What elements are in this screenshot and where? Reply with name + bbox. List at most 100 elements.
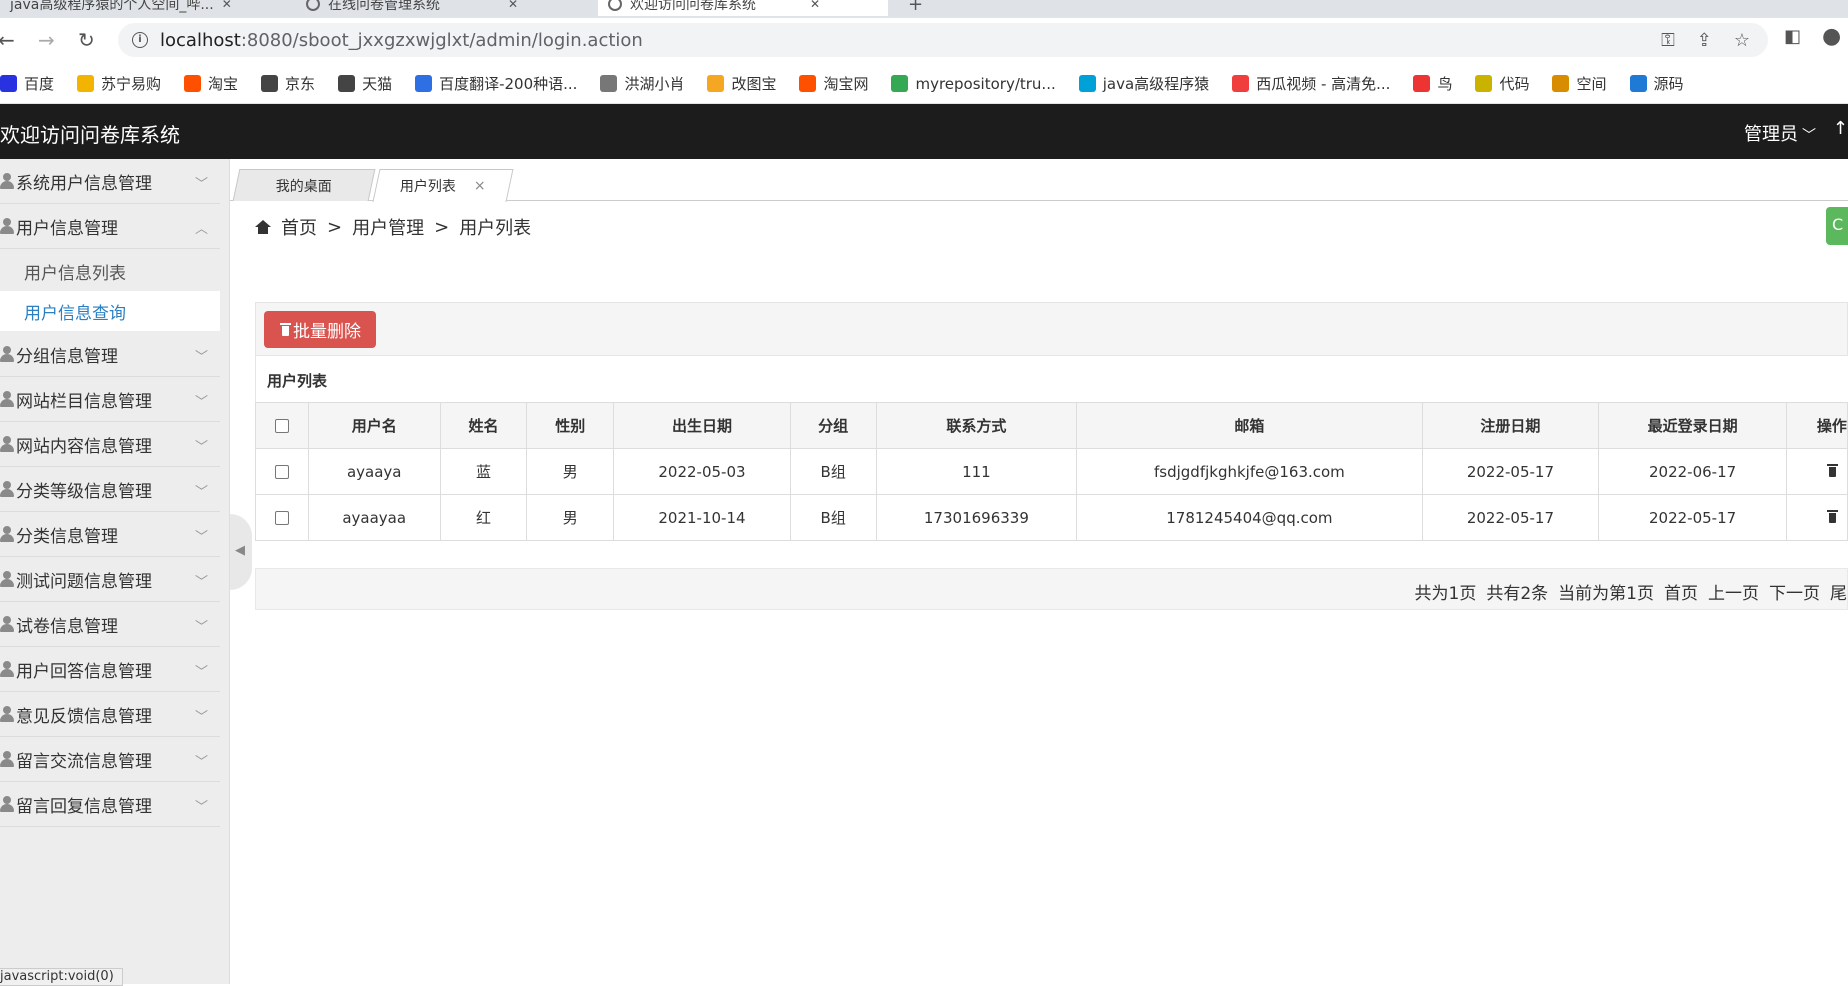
browser-tab-0[interactable]: java高级程序猿的个人空间_哔... ✕ <box>0 0 242 16</box>
bookmark-item[interactable]: 淘宝网 <box>799 73 868 94</box>
bookmark-item[interactable]: myrepository/tru... <box>891 74 1056 93</box>
bookmark-item[interactable]: 代码 <box>1475 73 1529 94</box>
sidebar-item[interactable]: 试卷信息管理 ﹀ <box>0 602 220 647</box>
breadcrumb-user-list: 用户列表 <box>459 218 532 239</box>
sidebar-subitem[interactable]: 用户信息查询 <box>0 291 220 331</box>
select-all-cell <box>255 402 309 449</box>
sidebar-item[interactable]: 测试问题信息管理 ﹀ <box>0 557 220 602</box>
bookmark-item[interactable]: 淘宝 <box>184 73 238 94</box>
sidebar-item[interactable]: 分组信息管理 ﹀ <box>0 332 220 377</box>
table-row: ayaaya 蓝 男 2022-05-03 B组 111 fsdjgdfjkgh… <box>255 448 1848 495</box>
col-birth[interactable]: 出生日期 <box>613 402 791 449</box>
sidebar-item[interactable]: 意见反馈信息管理 ﹀ <box>0 692 220 737</box>
chevron-left-icon: ◀ <box>235 543 245 558</box>
table-title: 用户列表 <box>255 356 1848 402</box>
bookmark-item[interactable]: 空间 <box>1552 73 1607 94</box>
delete-row-icon[interactable] <box>1826 509 1838 523</box>
bookmark-item[interactable]: 苏宁易购 <box>77 73 161 94</box>
select-all-checkbox[interactable] <box>274 419 289 433</box>
pager-last-link[interactable]: 尾 <box>1830 579 1847 604</box>
key-icon[interactable]: ⚿ <box>1661 30 1675 51</box>
browser-tab-1[interactable]: 在线问卷管理系统 ✕ <box>296 0 528 16</box>
chevron-down-icon: ﹀ <box>194 177 208 192</box>
col-last-login[interactable]: 最近登录日期 <box>1598 402 1787 449</box>
star-icon[interactable]: ☆ <box>1734 30 1750 51</box>
toolbar-panel: 批量删除 <box>255 302 1848 356</box>
bookmark-label: 天猫 <box>362 75 393 93</box>
col-gender[interactable]: 性别 <box>526 402 615 449</box>
close-icon[interactable]: ✕ <box>222 0 232 11</box>
bookmarks-bar: 百度 苏宁易购 淘宝 京东 天猫 百度翻译-200种语... 洪湖小肖 改图宝 淘宝网 myrep… <box>0 64 1848 104</box>
profile-icon[interactable]: ● <box>1822 24 1841 49</box>
sidebar-item-label: 分类信息管理 <box>16 526 118 547</box>
bookmark-item[interactable]: 百度翻译-200种语... <box>415 73 577 94</box>
pager-prev-link[interactable]: 上一页 <box>1708 579 1759 604</box>
forward-arrow-icon[interactable]: → <box>38 28 55 52</box>
pager-next-link[interactable]: 下一页 <box>1769 579 1820 604</box>
cell-gender: 男 <box>526 448 615 495</box>
user-icon <box>0 616 14 632</box>
bookmark-item[interactable]: 鸟 <box>1413 73 1452 94</box>
back-arrow-icon[interactable]: ← <box>0 28 15 52</box>
breadcrumb-home[interactable]: 首页 <box>281 214 317 240</box>
col-reg-date[interactable]: 注册日期 <box>1421 402 1600 449</box>
bookmark-item[interactable]: 洪湖小肖 <box>600 73 684 94</box>
sidebar-panel-icon[interactable]: ◧ <box>1784 26 1801 47</box>
share-icon[interactable]: ⇪ <box>1697 30 1712 51</box>
row-checkbox[interactable] <box>274 465 289 479</box>
sidebar-item-label: 用户回答信息管理 <box>16 661 152 682</box>
status-url: javascript:void(0) <box>0 968 123 986</box>
bookmark-favicon-icon <box>338 75 356 92</box>
sidebar-item[interactable]: 用户信息管理 ︿ <box>0 204 220 249</box>
close-icon[interactable]: ✕ <box>508 0 518 11</box>
sidebar-item-label: 试卷信息管理 <box>16 616 118 637</box>
admin-menu[interactable]: 管理员 ﹀ <box>1744 120 1816 146</box>
col-contact[interactable]: 联系方式 <box>875 402 1078 449</box>
bookmark-favicon-icon <box>77 75 95 92</box>
bookmark-item[interactable]: 西瓜视频 - 高清免... <box>1232 73 1390 94</box>
address-bar[interactable]: i localhost:8080/sboot_jxxgzxwjglxt/admi… <box>118 23 1768 57</box>
sidebar-item[interactable]: 留言交流信息管理 ﹀ <box>0 737 220 782</box>
batch-delete-button[interactable]: 批量删除 <box>264 311 376 348</box>
pagination: 共为1页 共有2条 当前为第1页 首页 上一页 下一页 尾 <box>255 568 1848 610</box>
refresh-button[interactable]: C <box>1826 207 1848 245</box>
pager-first-link[interactable]: 首页 <box>1664 579 1698 604</box>
sidebar-item[interactable]: 分类信息管理 ﹀ <box>0 512 220 557</box>
close-icon[interactable]: ✕ <box>810 0 820 11</box>
bookmark-label: myrepository/tru... <box>915 74 1056 93</box>
bookmark-item[interactable]: 京东 <box>261 73 315 94</box>
bookmark-item[interactable]: 天猫 <box>338 73 392 94</box>
site-info-icon[interactable]: i <box>132 32 148 48</box>
bookmark-item[interactable]: 源码 <box>1629 73 1684 94</box>
sidebar-item[interactable]: 系统用户信息管理 ﹀ <box>0 159 220 204</box>
new-tab-icon[interactable]: + <box>908 0 923 15</box>
sidebar-subitem[interactable]: 用户信息列表 <box>0 251 220 291</box>
tab-user-list[interactable]: 用户列表 × <box>372 169 514 202</box>
sidebar-item[interactable]: 用户回答信息管理 ﹀ <box>0 647 220 692</box>
sidebar-item[interactable]: 分类等级信息管理 ﹀ <box>0 467 220 512</box>
logout-icon[interactable]: ↑ <box>1833 118 1848 139</box>
row-checkbox[interactable] <box>274 511 289 525</box>
sidebar-item[interactable]: 网站内容信息管理 ﹀ <box>0 422 220 467</box>
table-header-row: 用户名 姓名 性别 出生日期 分组 联系方式 邮箱 注册日期 最近登录日期 操作 <box>255 402 1848 449</box>
col-name[interactable]: 姓名 <box>439 402 528 449</box>
tab-desktop[interactable]: 我的桌面 <box>232 169 376 201</box>
col-username[interactable]: 用户名 <box>307 402 441 449</box>
bookmark-label: 百度翻译-200种语... <box>439 75 578 93</box>
bookmark-item[interactable]: java高级程序猿 <box>1078 73 1209 94</box>
bookmark-item[interactable]: 改图宝 <box>707 73 776 94</box>
sidebar-item[interactable]: 留言回复信息管理 ﹀ <box>0 782 220 827</box>
close-icon[interactable]: × <box>474 178 486 194</box>
cell-gender: 男 <box>526 494 615 541</box>
breadcrumb-user-management[interactable]: 用户管理 <box>352 214 424 240</box>
sidebar-item[interactable]: 网站栏目信息管理 ﹀ <box>0 377 220 422</box>
delete-row-icon[interactable] <box>1826 463 1838 477</box>
sidebar-collapse-handle[interactable]: ◀ <box>230 514 252 590</box>
col-email[interactable]: 邮箱 <box>1076 402 1423 449</box>
browser-tab-2[interactable]: 欢迎访问问卷库系统 ✕ <box>598 0 888 16</box>
col-group[interactable]: 分组 <box>789 402 877 449</box>
bookmark-item[interactable]: 百度 <box>0 73 54 94</box>
reload-icon[interactable]: ↻ <box>78 28 95 52</box>
cell-contact: 111 <box>875 448 1078 495</box>
app-header: 欢迎访问问卷库系统 管理员 ﹀ ↑ <box>0 104 1848 159</box>
